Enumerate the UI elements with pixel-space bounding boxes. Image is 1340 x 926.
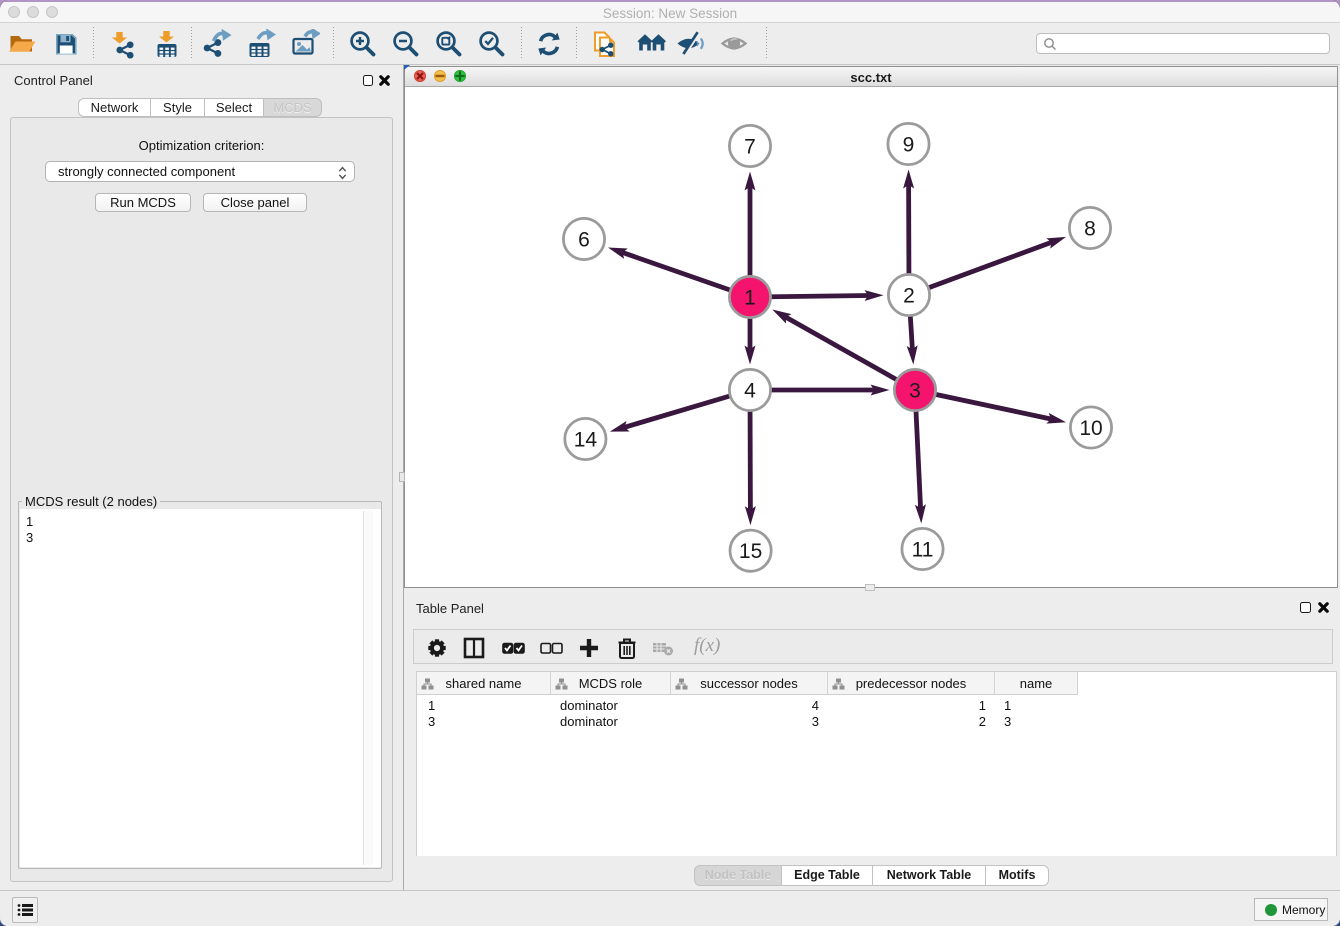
svg-text:7: 7 (744, 135, 756, 158)
svg-text:8: 8 (1084, 217, 1096, 240)
svg-text:11: 11 (912, 538, 934, 561)
svg-text:4: 4 (744, 379, 756, 402)
svg-text:15: 15 (739, 540, 762, 563)
svg-text:10: 10 (1079, 417, 1102, 440)
svg-text:1: 1 (744, 286, 756, 309)
svg-text:3: 3 (909, 379, 921, 402)
svg-text:6: 6 (578, 228, 590, 251)
svg-text:14: 14 (574, 428, 598, 451)
svg-text:9: 9 (903, 133, 915, 156)
svg-text:2: 2 (903, 284, 915, 307)
